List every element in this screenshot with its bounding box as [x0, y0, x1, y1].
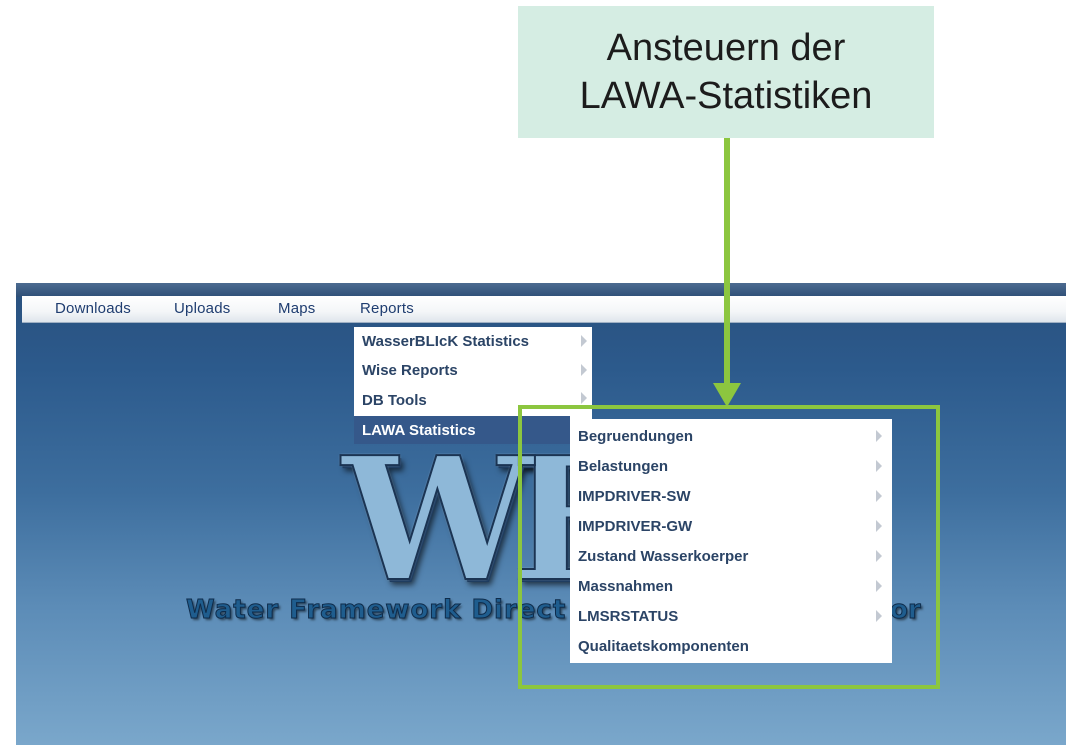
menu-reports[interactable]: Reports: [360, 300, 414, 317]
window-frame: [16, 283, 1066, 297]
callout-box: Ansteuern der LAWA-Statistiken: [518, 6, 934, 138]
highlight-frame: [518, 405, 940, 689]
chevron-right-icon: [581, 392, 587, 404]
menu-item-wise-reports[interactable]: Wise Reports: [354, 356, 590, 384]
callout-line-1: Ansteuern der: [606, 27, 846, 69]
menu-item-label: WasserBLIcK Statistics: [362, 332, 530, 350]
menu-item-label: Wise Reports: [362, 361, 458, 379]
menu-downloads[interactable]: Downloads: [55, 300, 131, 317]
menu-maps[interactable]: Maps: [278, 300, 315, 317]
logo-tagline: Water Framework Direct: [185, 595, 567, 626]
menu-uploads[interactable]: Uploads: [174, 300, 230, 317]
chevron-right-icon: [581, 364, 587, 376]
callout-line-2: LAWA-Statistiken: [579, 75, 873, 117]
chevron-right-icon: [581, 335, 587, 347]
menu-item-wasserblick-statistics[interactable]: WasserBLIcK Statistics: [354, 327, 590, 355]
menu-item-label: LAWA Statistics: [362, 421, 476, 439]
menu-item-label: DB Tools: [362, 391, 427, 409]
